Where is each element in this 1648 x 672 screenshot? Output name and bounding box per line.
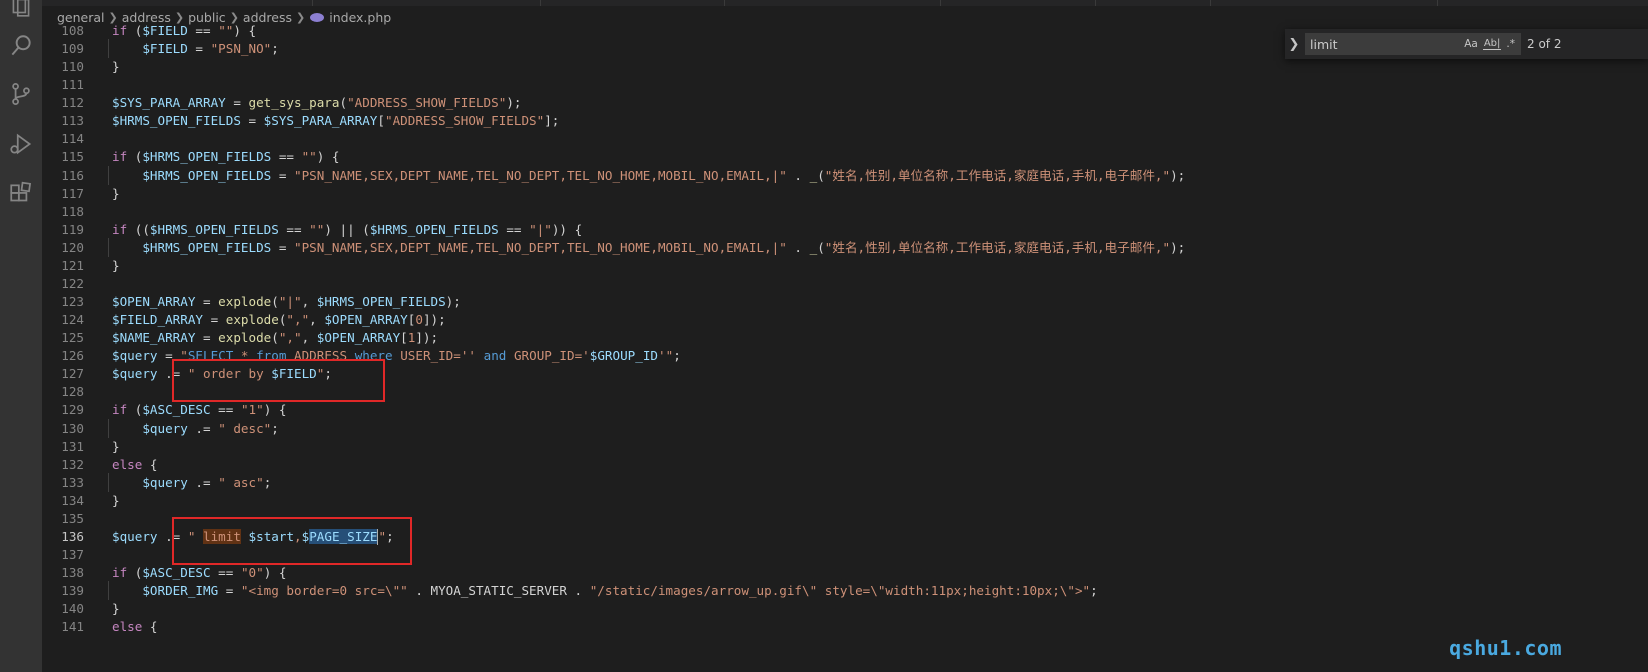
line-number-gutter: 108 109 110 111 112 113 114 115 116 117 118 119 120 1… — [42, 22, 106, 672]
line-number: 131 — [61, 438, 84, 454]
code-line[interactable]: } — [112, 256, 120, 275]
line-number: 118 — [61, 203, 84, 219]
line-number: 138 — [61, 565, 84, 581]
line-number: 137 — [61, 547, 84, 563]
line-number: 123 — [61, 294, 84, 310]
line-number: 121 — [61, 257, 84, 273]
indent-guide — [108, 581, 109, 601]
watermark: qshu1.com — [1449, 636, 1562, 660]
line-number: 132 — [61, 456, 84, 472]
code-line[interactable]: $HRMS_OPEN_FIELDS = $SYS_PARA_ARRAY["ADD… — [112, 111, 559, 130]
php-elephant-icon — [310, 12, 325, 22]
code-line[interactable]: $HRMS_OPEN_FIELDS = "PSN_NAME,SEX,DEPT_N… — [112, 166, 1185, 185]
line-number: 127 — [61, 366, 84, 382]
code-line[interactable]: } — [112, 184, 120, 203]
line-number: 122 — [61, 275, 84, 291]
indent-guide — [108, 472, 109, 492]
find-match-count: 2 of 2 — [1527, 37, 1562, 51]
line-number: 136 — [61, 528, 84, 544]
code-line[interactable]: $SYS_PARA_ARRAY = get_sys_para("ADDRESS_… — [112, 93, 521, 112]
code-line[interactable]: if ($HRMS_OPEN_FIELDS == "") { — [112, 147, 340, 166]
annotation-box-order-by — [172, 359, 385, 402]
line-number: 117 — [61, 185, 84, 201]
indent-guide — [108, 237, 109, 257]
code-line[interactable]: if ($ASC_DESC == "0") { — [112, 563, 286, 582]
code-line[interactable]: $OPEN_ARRAY = explode("|", $HRMS_OPEN_FI… — [112, 292, 461, 311]
code-editor[interactable]: 108 109 110 111 112 113 114 115 116 117 118 119 120 1… — [42, 22, 1648, 672]
line-number: 133 — [61, 474, 84, 490]
line-number: 111 — [61, 77, 84, 93]
line-number: 135 — [61, 510, 84, 526]
line-number: 129 — [61, 402, 84, 418]
whole-word-icon[interactable]: Ab| — [1482, 38, 1502, 50]
line-number: 109 — [61, 41, 84, 57]
code-line[interactable]: if ($ASC_DESC == "1") { — [112, 400, 286, 419]
line-number: 140 — [61, 601, 84, 617]
indent-guide — [108, 418, 109, 438]
line-number: 130 — [61, 420, 84, 436]
line-number: 108 — [61, 23, 84, 38]
line-number: 116 — [61, 167, 84, 183]
line-number: 128 — [61, 384, 84, 400]
line-number: 126 — [61, 348, 84, 364]
code-line[interactable]: } — [112, 437, 120, 456]
line-number: 114 — [61, 131, 84, 147]
line-number: 115 — [61, 149, 84, 165]
code-line[interactable]: } — [112, 599, 120, 618]
code-line[interactable]: if ($FIELD == "") { — [112, 22, 256, 40]
line-number: 119 — [61, 221, 84, 237]
line-number: 110 — [61, 59, 84, 75]
indent-guide — [108, 39, 109, 59]
source-control-icon[interactable] — [0, 72, 42, 116]
code-line[interactable]: $FIELD = "PSN_NO"; — [112, 39, 279, 58]
code-line[interactable]: } — [112, 491, 120, 510]
line-number: 134 — [61, 492, 84, 508]
search-icon[interactable] — [0, 24, 42, 68]
code-line[interactable]: $HRMS_OPEN_FIELDS = "PSN_NAME,SEX,DEPT_N… — [112, 238, 1185, 257]
run-debug-icon[interactable] — [0, 122, 42, 166]
line-number: 120 — [61, 239, 84, 255]
code-line[interactable]: $query .= " desc"; — [112, 419, 279, 438]
code-line[interactable]: if (($HRMS_OPEN_FIELDS == "") || ($HRMS_… — [112, 220, 582, 239]
code-line[interactable]: else { — [112, 617, 158, 636]
line-number: 125 — [61, 330, 84, 346]
match-case-icon[interactable]: Aa — [1463, 38, 1479, 50]
extensions-icon[interactable] — [0, 172, 42, 216]
code-line[interactable]: $query .= " asc"; — [112, 473, 271, 492]
code-line[interactable]: else { — [112, 455, 158, 474]
indent-guide — [108, 165, 109, 185]
find-input[interactable] — [1306, 34, 1456, 54]
code-line[interactable]: $NAME_ARRAY = explode(",", $OPEN_ARRAY[1… — [112, 328, 438, 347]
line-number: 124 — [61, 312, 84, 328]
find-input-box: Aa Ab| .* — [1305, 33, 1521, 55]
code-line[interactable]: $ORDER_IMG = "<img border=0 src=\"" . MY… — [112, 581, 1097, 600]
code-area[interactable]: if ($FIELD == "") { $FIELD = "PSN_NO";} $… — [108, 22, 1648, 672]
regex-icon[interactable]: .* — [1505, 38, 1516, 50]
line-number: 139 — [61, 583, 84, 599]
code-line[interactable]: } — [112, 57, 120, 76]
toggle-replace-chevron-icon[interactable]: ❯ — [1285, 29, 1303, 59]
find-widget: ❯ Aa Ab| .* 2 of 2 — [1285, 29, 1648, 59]
code-line[interactable]: $FIELD_ARRAY = explode(",", $OPEN_ARRAY[… — [112, 310, 446, 329]
line-number: 141 — [61, 619, 84, 635]
annotation-box-limit — [172, 517, 412, 565]
activity-bar — [0, 0, 42, 672]
line-number: 112 — [61, 95, 84, 111]
line-number: 113 — [61, 113, 84, 129]
